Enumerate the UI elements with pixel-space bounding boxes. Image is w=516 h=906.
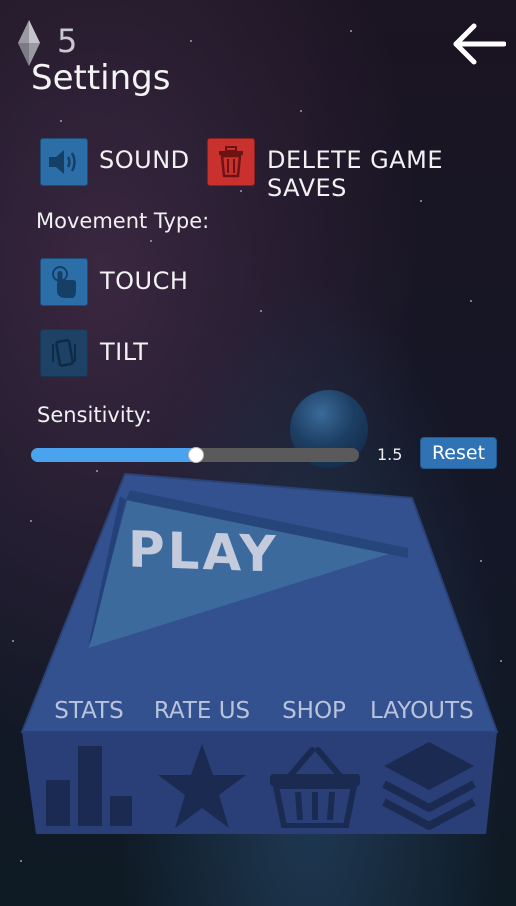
shop-button[interactable]: SHOP <box>280 698 348 724</box>
tilt-phone-icon <box>52 339 76 367</box>
sound-label[interactable]: SOUND <box>99 146 190 174</box>
sound-toggle-button[interactable] <box>40 138 88 186</box>
page-title: Settings <box>31 58 171 98</box>
tilt-option-button[interactable] <box>40 329 88 377</box>
movement-type-heading: Movement Type: <box>36 209 210 233</box>
layers-icon[interactable] <box>382 740 476 832</box>
speaker-icon <box>49 150 76 174</box>
tilt-label[interactable]: TILT <box>100 338 148 366</box>
layouts-button[interactable]: LAYOUTS <box>370 698 474 724</box>
rate-us-button[interactable]: RATE US <box>152 698 252 724</box>
sensitivity-value: 1.5 <box>377 445 403 464</box>
delete-saves-button[interactable] <box>207 138 255 186</box>
touch-label[interactable]: TOUCH <box>100 267 188 295</box>
shopping-basket-icon[interactable] <box>268 746 362 828</box>
play-button[interactable]: PLAY <box>128 520 279 583</box>
stats-bar-chart-icon[interactable] <box>44 744 134 828</box>
stats-button[interactable]: STATS <box>52 698 126 724</box>
sensitivity-heading: Sensitivity: <box>37 403 152 427</box>
sensitivity-slider[interactable] <box>31 447 359 463</box>
trash-icon <box>219 146 243 178</box>
back-arrow-icon[interactable] <box>452 22 506 66</box>
star-icon[interactable] <box>156 742 248 830</box>
sensitivity-slider-thumb[interactable] <box>188 447 204 463</box>
touch-hand-icon <box>52 266 76 298</box>
delete-saves-label[interactable]: DELETE GAME SAVES <box>267 146 516 202</box>
touch-option-button[interactable] <box>40 258 88 306</box>
sensitivity-slider-fill <box>31 448 195 462</box>
gem-count: 5 <box>57 22 78 60</box>
reset-button[interactable]: Reset <box>420 437 497 469</box>
